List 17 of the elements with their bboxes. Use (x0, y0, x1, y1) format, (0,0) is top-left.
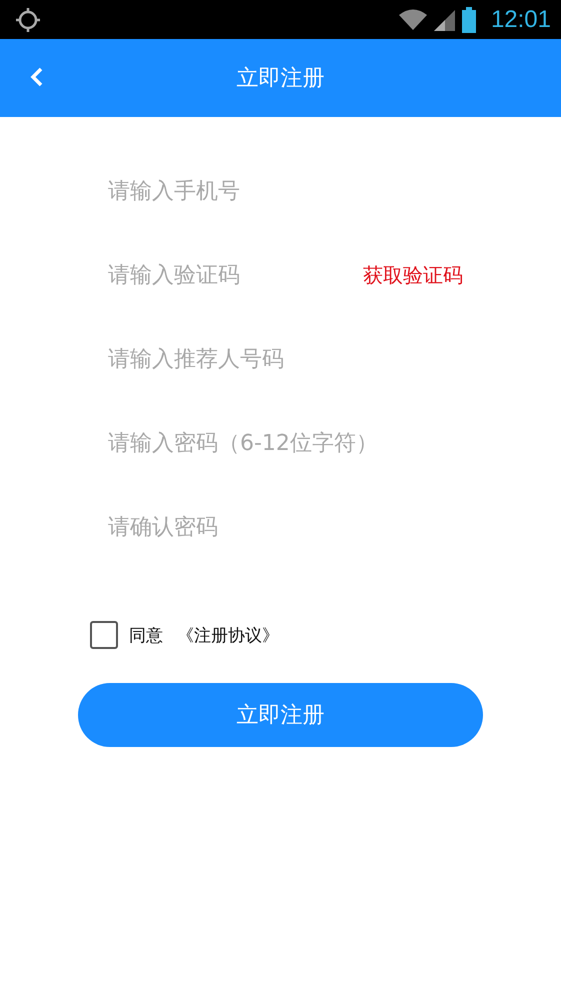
chevron-left-icon (30, 67, 44, 87)
battery-icon (460, 6, 477, 32)
wifi-icon (398, 8, 427, 30)
input-field[interactable]: 请确认密码 (108, 510, 348, 544)
page-title: 立即注册 (236, 65, 324, 93)
agree-label: 同意 (129, 624, 163, 646)
signal-icon (432, 8, 455, 30)
agreement-link[interactable]: 《注册协议》 (177, 624, 279, 646)
register-button[interactable]: 立即注册 (78, 683, 483, 747)
input-field[interactable]: 请输入验证码 (108, 258, 348, 292)
input-field[interactable]: 请输入密码（6-12位字符） (108, 426, 468, 460)
crosshair-icon (15, 6, 41, 32)
checkbox[interactable] (90, 621, 118, 649)
input-field[interactable]: 请输入手机号 (108, 174, 348, 208)
status-time: 12:01 (490, 6, 551, 34)
get-code-button[interactable]: 获取验证码 (363, 262, 463, 288)
input-field[interactable]: 请输入推荐人号码 (108, 342, 368, 376)
